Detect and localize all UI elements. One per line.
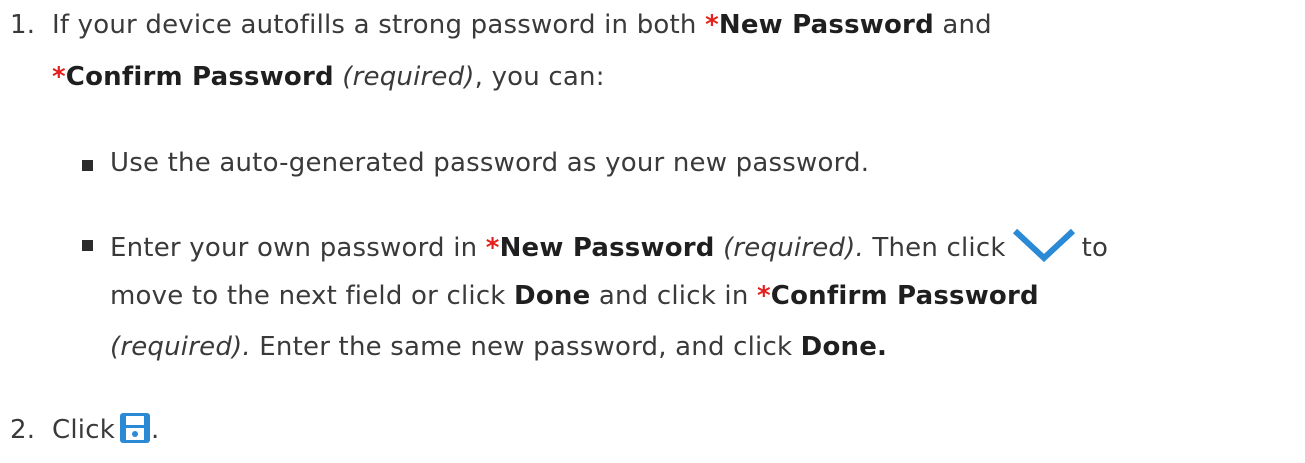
required-asterisk: * [705,10,719,40]
bullet-marker [82,240,93,251]
bullet-2-line-1: Enter your own password in *New Password… [110,228,1108,269]
required-asterisk: * [485,233,500,263]
chevron-down-icon [1012,228,1076,269]
save-icon [119,412,151,451]
required-note: (required) [342,62,475,92]
bullet-1-text: Use the auto-generated password as your … [110,148,870,178]
new-password-label: New Password [718,10,934,40]
step-number: 2. [10,415,36,445]
required-note: (required). [723,233,864,263]
confirm-password-label: Confirm Password [65,62,334,92]
done-label: Done. [800,332,888,362]
new-password-label: New Password [499,233,715,263]
bullet-2-line-3: (required). Enter the same new password,… [110,332,888,362]
required-asterisk: * [52,62,66,92]
bullet-marker [82,160,93,171]
confirm-password-label: Confirm Password [770,281,1039,311]
step-2-line: 2. Click. [10,412,159,451]
step-number: 1. [10,10,36,40]
bullet-2-line-2: move to the next field or click Done and… [110,281,1039,311]
step-1-line-1: 1. If your device autofills a strong pass… [10,10,992,40]
required-note: (required). [110,332,251,362]
required-asterisk: * [757,281,771,311]
step-1-line-2: *Confirm Password (required), you can: [52,62,605,92]
done-label: Done [514,281,591,311]
